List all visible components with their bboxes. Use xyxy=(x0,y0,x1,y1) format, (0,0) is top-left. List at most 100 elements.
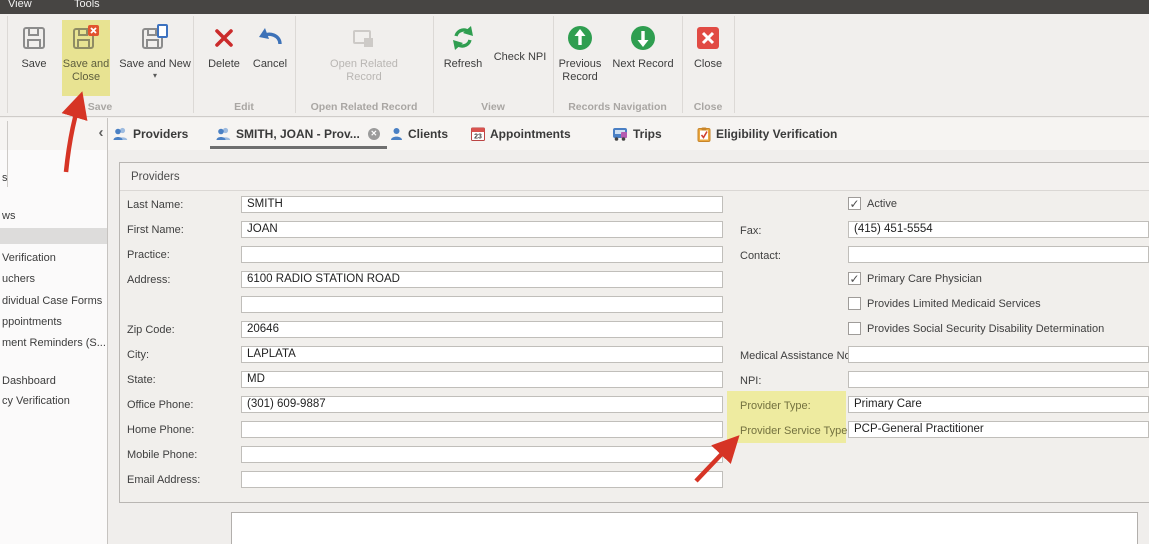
ribbon-group-edit: Edit xyxy=(234,101,254,113)
medical-assistance-no-label: Medical Assistance No: xyxy=(740,350,854,362)
menu-view[interactable]: View xyxy=(8,0,32,12)
ribbon-group-save: Save xyxy=(87,101,113,113)
previous-record-button[interactable]: Previous Record xyxy=(552,20,608,102)
tab-smith-joan-label: SMITH, JOAN - Prov... xyxy=(236,127,360,141)
provider-type-label: Provider Type: xyxy=(740,400,811,412)
sidebar-item[interactable]: Verification xyxy=(2,251,56,266)
ribbon: Save Save and Close Save and New ▾ Delet… xyxy=(0,14,1149,117)
next-record-button[interactable]: Next Record xyxy=(608,20,678,102)
cancel-button[interactable]: Cancel xyxy=(246,20,294,102)
active-checkbox[interactable]: ✓ xyxy=(848,197,861,210)
open-related-record-button: Open Related Record xyxy=(318,20,410,102)
save-and-new-icon xyxy=(141,20,169,56)
tab-trips[interactable]: Trips xyxy=(612,122,662,146)
ribbon-separator xyxy=(433,16,434,113)
delete-icon xyxy=(212,20,236,56)
cancel-undo-icon xyxy=(257,20,283,56)
save-button[interactable]: Save xyxy=(10,20,58,102)
tab-eligibility-verification[interactable]: Eligibility Verification xyxy=(697,122,837,146)
sidebar-divider xyxy=(7,121,8,187)
office-phone-input[interactable]: (301) 609-9887 xyxy=(241,396,723,413)
refresh-label: Refresh xyxy=(443,58,483,70)
sidebar-item[interactable]: cy Verification xyxy=(2,394,70,409)
sidebar-item[interactable]: uchers xyxy=(2,272,35,287)
home-phone-label: Home Phone: xyxy=(127,424,195,436)
next-record-label: Next Record xyxy=(612,58,674,70)
active-tab-underline xyxy=(210,146,387,149)
ssd-determination-checkbox[interactable] xyxy=(848,322,861,335)
tab-close-icon[interactable]: ✕ xyxy=(367,128,380,140)
trips-bus-icon xyxy=(613,128,627,141)
delete-button[interactable]: Delete xyxy=(200,20,248,102)
contact-input[interactable] xyxy=(848,246,1149,263)
address-line2-input[interactable] xyxy=(241,296,723,313)
save-and-new-dropdown-caret[interactable]: ▾ xyxy=(153,72,157,80)
mobile-phone-input[interactable] xyxy=(241,446,723,463)
tab-appointments-label: Appointments xyxy=(490,127,571,141)
svg-text:23: 23 xyxy=(474,134,482,141)
medical-assistance-no-input[interactable] xyxy=(848,346,1149,363)
primary-care-physician-label: Primary Care Physician xyxy=(867,273,982,285)
notes-textarea[interactable] xyxy=(231,512,1138,544)
ribbon-separator xyxy=(295,16,296,113)
first-name-input[interactable]: JOAN xyxy=(241,221,723,238)
fax-input[interactable]: (415) 451-5554 xyxy=(848,221,1149,238)
close-record-button[interactable]: Close xyxy=(684,20,732,102)
contact-label: Contact: xyxy=(740,250,781,262)
save-icon xyxy=(21,20,47,56)
practice-label: Practice: xyxy=(127,249,170,261)
home-phone-input[interactable] xyxy=(241,421,723,438)
provider-service-type-input[interactable]: PCP-General Practitioner xyxy=(848,421,1149,438)
ribbon-separator xyxy=(734,16,735,113)
provider-type-input[interactable]: Primary Care xyxy=(848,396,1149,413)
state-input[interactable]: MD xyxy=(241,371,723,388)
clients-person-icon xyxy=(391,128,402,140)
ribbon-separator xyxy=(682,16,683,113)
tab-appointments[interactable]: 23 Appointments xyxy=(471,122,571,146)
save-and-close-button[interactable]: Save and Close xyxy=(62,20,110,102)
address-input[interactable]: 6100 RADIO STATION ROAD xyxy=(241,271,723,288)
practice-input[interactable] xyxy=(241,246,723,263)
ribbon-group-open-related: Open Related Record xyxy=(310,101,418,113)
sidebar-item[interactable]: dividual Case Forms xyxy=(2,294,102,309)
sidebar-item[interactable]: ment Reminders (S... xyxy=(2,336,106,351)
zip-code-input[interactable]: 20646 xyxy=(241,321,723,338)
zip-code-label: Zip Code: xyxy=(127,324,175,336)
refresh-button[interactable]: Refresh xyxy=(437,20,489,102)
close-icon xyxy=(695,20,721,56)
sidebar-item[interactable]: ws xyxy=(2,209,15,224)
ribbon-group-view: View xyxy=(481,101,505,113)
email-address-input[interactable] xyxy=(241,471,723,488)
fax-label: Fax: xyxy=(740,225,762,237)
primary-care-physician-checkbox[interactable]: ✓ xyxy=(848,272,861,285)
provider-person-icon xyxy=(216,127,231,140)
ssd-determination-label: Provides Social Security Disability Dete… xyxy=(867,323,1105,335)
sidebar-item[interactable]: ppointments xyxy=(2,315,62,330)
sidebar-item[interactable]: Dashboard xyxy=(2,374,56,389)
check-npi-button[interactable]: Check NPI xyxy=(488,46,552,68)
close-record-label: Close xyxy=(693,58,723,70)
open-related-record-icon xyxy=(351,20,377,56)
limited-medicaid-label: Provides Limited Medicaid Services xyxy=(867,298,1041,310)
menu-tools[interactable]: Tools xyxy=(74,0,100,12)
open-related-record-label: Open Related Record xyxy=(330,58,398,83)
mobile-phone-label: Mobile Phone: xyxy=(127,449,198,461)
provider-service-type-label: Provider Service Type: xyxy=(740,425,851,437)
tab-clients[interactable]: Clients xyxy=(390,122,448,146)
npi-label: NPI: xyxy=(740,375,762,387)
city-input[interactable]: LAPLATA xyxy=(241,346,723,363)
previous-record-icon xyxy=(566,20,594,56)
tab-providers[interactable]: Providers xyxy=(113,122,188,146)
email-address-label: Email Address: xyxy=(127,474,201,486)
save-label: Save xyxy=(21,58,47,70)
save-and-new-button[interactable]: Save and New ▾ xyxy=(112,20,198,102)
providers-groupbox-title: Providers xyxy=(120,163,1149,191)
sidebar-selected-item[interactable] xyxy=(0,228,107,244)
npi-input[interactable] xyxy=(848,371,1149,388)
first-name-label: First Name: xyxy=(127,224,184,236)
eligibility-clipboard-icon xyxy=(697,127,711,142)
tab-smith-joan-active[interactable]: SMITH, JOAN - Prov... ✕ xyxy=(216,122,380,146)
last-name-input[interactable]: SMITH xyxy=(241,196,723,213)
limited-medicaid-checkbox[interactable] xyxy=(848,297,861,310)
address-label: Address: xyxy=(127,274,171,286)
